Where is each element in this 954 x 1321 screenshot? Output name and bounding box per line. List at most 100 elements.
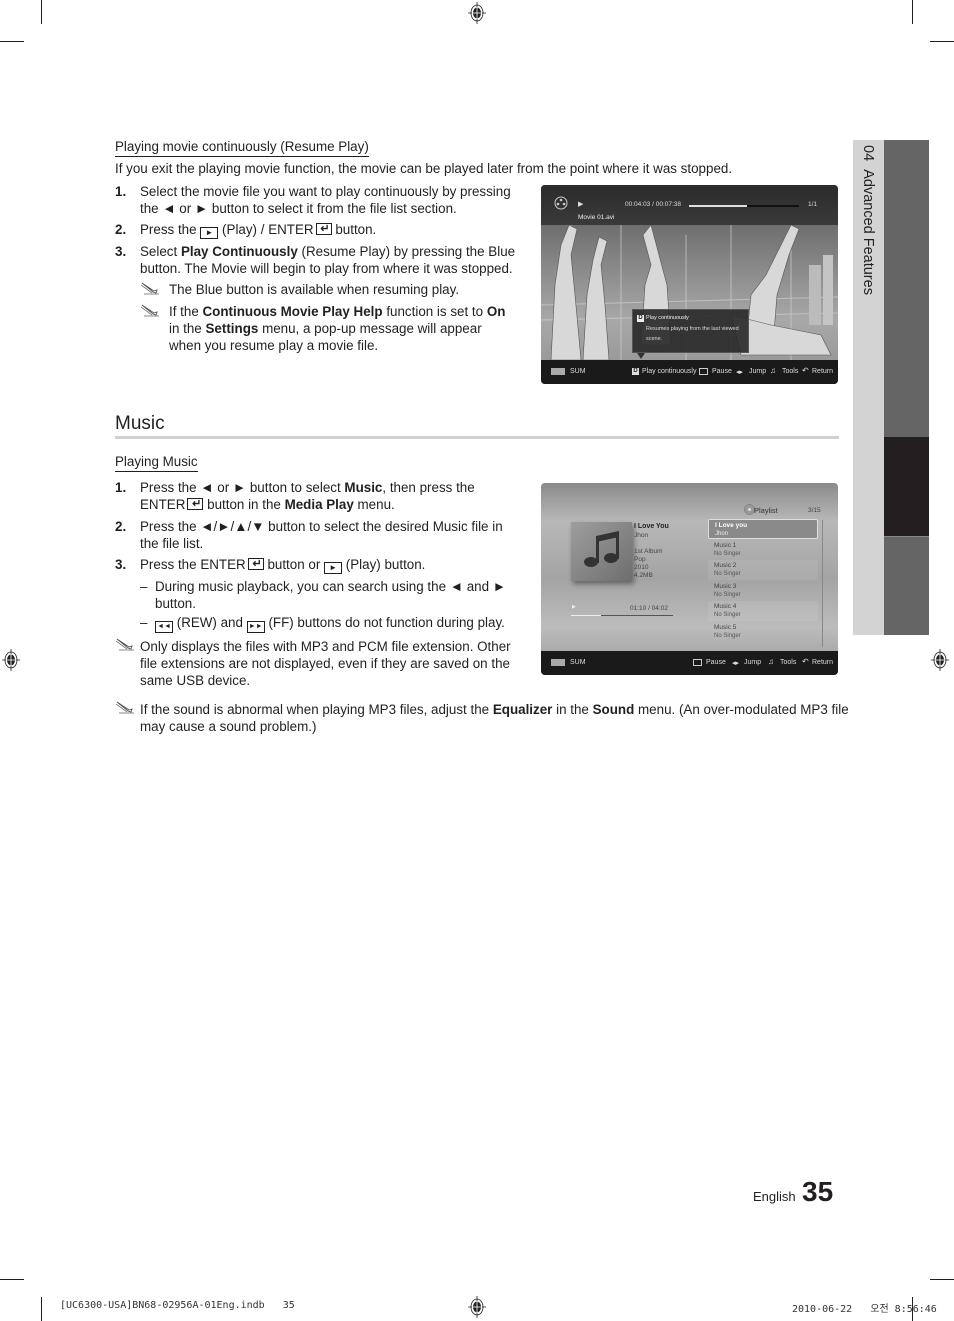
- popup-pointer: [637, 353, 645, 359]
- playlist-item[interactable]: I Love you Jhon: [708, 519, 818, 539]
- playlist-item[interactable]: Music 4 No Singer: [708, 601, 818, 622]
- enter-key-label: ENTER: [140, 497, 186, 512]
- crop-mark: [912, 0, 913, 24]
- enter-key-icon: [315, 221, 332, 238]
- note-pencil-icon: [140, 282, 159, 295]
- step-text-line: Press the ◄/►/▲/▼ button to select the d…: [140, 519, 503, 534]
- movie-time: 00:04:03 / 00:07:38: [625, 201, 682, 208]
- note-text-part: in the: [556, 702, 589, 717]
- bar-jump[interactable]: Jump: [749, 368, 766, 375]
- step-text-bold: Music: [344, 480, 383, 495]
- track-title: I Love You: [634, 523, 669, 530]
- note-text-part: menu, a pop-up message will appear: [262, 321, 482, 336]
- playlist-scrollbar[interactable]: [822, 520, 823, 647]
- registration-mark-icon: [468, 2, 486, 24]
- note-text-part: function is set to: [386, 304, 484, 319]
- music-note-2: If the sound is abnormal when playing MP…: [140, 701, 849, 735]
- popup-title: Play continuously: [646, 315, 689, 321]
- play-key-icon: ►: [200, 227, 219, 239]
- track-genre: Pop: [634, 556, 646, 563]
- music-progress-track[interactable]: [571, 615, 673, 616]
- dash-bullet: –: [140, 615, 148, 630]
- registration-mark-icon: [931, 649, 949, 671]
- bar-jump[interactable]: Jump: [744, 659, 761, 666]
- movie-player-screenshot: ▶ 00:04:03 / 00:07:38 1/1 Movie 01.avi D…: [541, 185, 838, 384]
- step-text: Press the ► (Play) / ENTER button.: [140, 221, 376, 239]
- note-pencil-icon: [115, 701, 134, 714]
- movie-count: 1/1: [808, 201, 818, 208]
- playlist-item-artist: No Singer: [714, 612, 741, 619]
- page-number: 35: [802, 1176, 834, 1207]
- playlist-item-title: Music 1: [714, 541, 737, 549]
- note-pencil-icon: [115, 638, 134, 651]
- bar-pause[interactable]: Pause: [712, 368, 732, 375]
- playlist-item[interactable]: Music 5 No Singer: [708, 622, 818, 642]
- playlist-item-title: Music 5: [714, 624, 737, 631]
- track-year: 2010: [634, 564, 649, 571]
- playlist-count: 3/15: [808, 507, 821, 514]
- return-icon: ↶: [802, 657, 809, 666]
- step-text-part: Press the: [140, 557, 197, 572]
- crop-mark: [930, 41, 954, 42]
- bar-return[interactable]: Return: [812, 659, 833, 666]
- playlist-item[interactable]: Music 1 No Singer: [708, 540, 818, 560]
- bar-pause[interactable]: Pause: [706, 659, 726, 666]
- album-art: [571, 522, 632, 581]
- note-text-line: when you resume play a movie file.: [169, 338, 379, 353]
- step-text-part: menu.: [357, 497, 395, 512]
- playlist-item-artist: No Singer: [714, 633, 741, 639]
- music-note-1: Only displays the files with MP3 and PCM…: [140, 638, 511, 689]
- playlist-item-title: Music 3: [714, 582, 737, 590]
- playlist-item[interactable]: Music 3 No Singer: [708, 581, 818, 601]
- music-dash-2: – ◄◄ (REW) and ►► (FF) buttons do not fu…: [140, 614, 520, 633]
- crop-mark: [41, 1297, 42, 1321]
- step-text-part: , then press the: [382, 480, 475, 495]
- music-dash-1: – During music playback, you can search …: [140, 578, 520, 612]
- tools-icon: ♫: [770, 366, 776, 375]
- crop-mark: [0, 41, 24, 42]
- movie-progress-track[interactable]: [689, 205, 799, 207]
- device-label: SUM: [570, 368, 586, 375]
- bar-tools[interactable]: Tools: [780, 659, 796, 666]
- left-right-arrows-icon: ◂▸: [732, 660, 740, 667]
- film-reel-icon: [554, 196, 568, 210]
- play-state-icon: ▶: [578, 201, 584, 208]
- bar-play-continuously[interactable]: Play continuously: [642, 368, 696, 375]
- note-text-line: file extensions are not displayed, even …: [140, 656, 510, 671]
- resume-play-subheading: Playing movie continuously (Resume Play): [115, 139, 369, 157]
- print-slug-right: 2010-06-22 오전 8:56:46: [792, 1304, 937, 1315]
- playlist-item-title: Music 4: [714, 603, 737, 611]
- side-tab-active-marker: [884, 437, 929, 536]
- dash-text: ◄◄ (REW) and ►► (FF) buttons do not func…: [155, 614, 505, 633]
- enter-icon: [699, 368, 708, 375]
- popup-desc-line: scene.: [646, 336, 663, 342]
- playlist-item-title: Music 2: [714, 562, 737, 570]
- note-text-bold: Equalizer: [492, 702, 553, 717]
- step-number: 2.: [115, 519, 127, 534]
- playlist-item[interactable]: Music 2 No Singer: [708, 560, 818, 581]
- music-step-3: 3. Press the ENTER button or ► (Play) bu…: [115, 556, 515, 574]
- music-bottom-bar: SUM Pause ◂▸ Jump ♫ Tools ↶ Return: [541, 651, 838, 675]
- resume-step-2: 2. Press the ► (Play) / ENTER button.: [115, 221, 515, 239]
- note-text-part: in the: [169, 321, 202, 336]
- step-text: Press the ◄/►/▲/▼ button to select the d…: [140, 518, 503, 552]
- playlist-item-title: I Love you: [715, 522, 748, 529]
- step-text-part: Press the: [140, 222, 197, 237]
- enter-key-label: ENTER: [200, 557, 246, 572]
- step-number: 3.: [115, 244, 127, 259]
- device-label: SUM: [570, 659, 586, 666]
- note-text-line: same USB device.: [140, 673, 251, 688]
- note-text-line: may cause a sound problem.): [140, 719, 317, 734]
- track-artist: Jhon: [634, 532, 649, 539]
- enter-key-label: ENTER: [268, 222, 314, 237]
- step-number: 1.: [115, 184, 127, 199]
- step-text: Select Play Continuously (Resume Play) b…: [140, 243, 515, 277]
- play-state-icon: ▶: [572, 604, 576, 610]
- bar-return[interactable]: Return: [812, 368, 833, 375]
- step-text-line: button. The Movie will begin to play fro…: [140, 261, 513, 276]
- note-pencil-icon: [140, 304, 159, 317]
- track-size: 4.2MB: [634, 572, 653, 579]
- dash-text: During music playback, you can search us…: [155, 578, 506, 612]
- bar-tools[interactable]: Tools: [782, 368, 798, 375]
- crop-mark: [930, 1279, 954, 1280]
